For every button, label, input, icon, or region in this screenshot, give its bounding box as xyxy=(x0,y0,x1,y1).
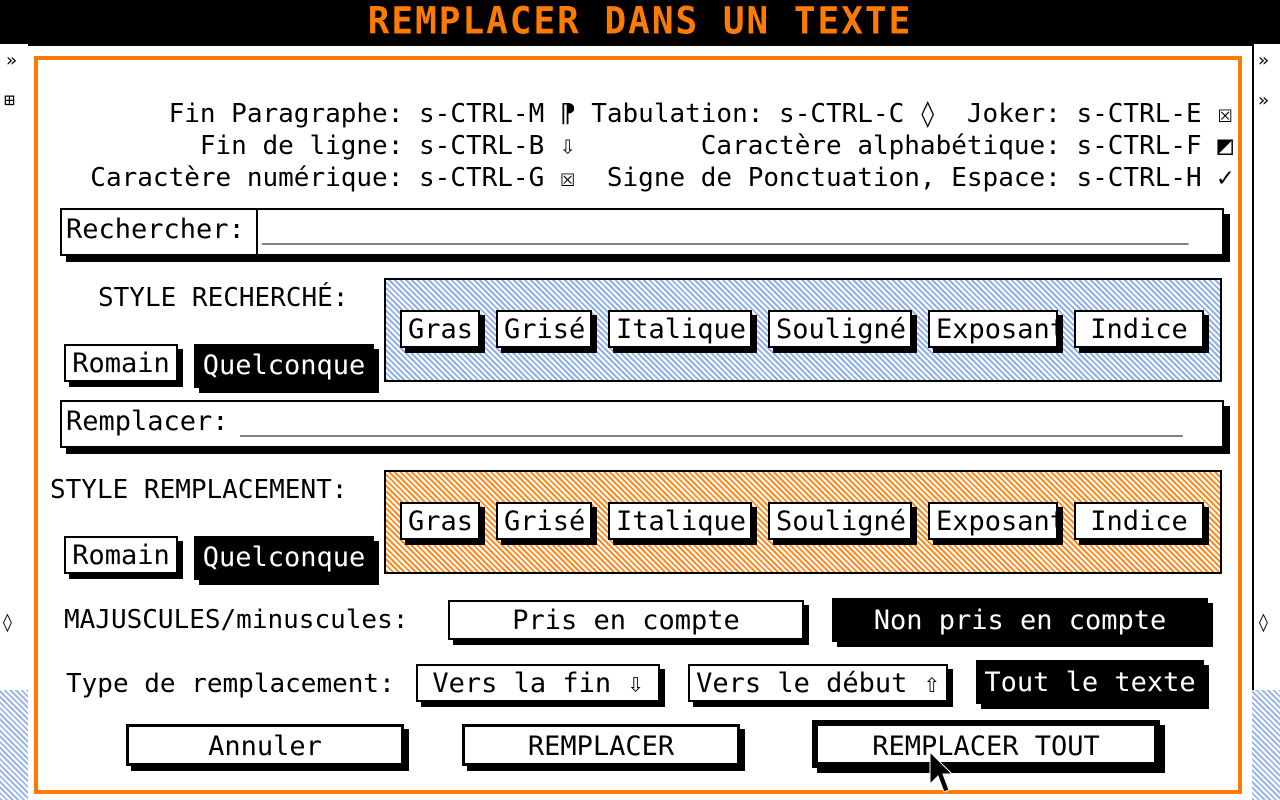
replace-style-panel: Gras Grisé Italique Souligné Exposant In… xyxy=(384,470,1222,574)
background-window-left: » ⊞ ◊ xyxy=(0,44,30,694)
search-field[interactable]: Rechercher: ____________________________… xyxy=(60,208,1224,256)
replace-style-indice-button[interactable]: Indice xyxy=(1074,502,1204,540)
search-style-quelconque-button[interactable]: Quelconque xyxy=(194,344,374,388)
scroll-arrow-icon: ◊ xyxy=(1258,612,1269,633)
replace-style-romain-button[interactable]: Romain xyxy=(64,536,178,574)
replace-whole-text-button[interactable]: Tout le texte xyxy=(976,660,1204,704)
search-style-gras-button[interactable]: Gras xyxy=(400,310,480,348)
search-style-heading: STYLE RECHERCHÉ: xyxy=(98,283,349,313)
search-style-italique-button[interactable]: Italique xyxy=(608,310,752,348)
replace-style-heading: STYLE REMPLACEMENT: xyxy=(50,475,348,505)
scroll-arrow-icon: » xyxy=(6,50,17,71)
replace-backward-button[interactable]: Vers le début ⇧ xyxy=(688,664,948,702)
replace-style-souligne-button[interactable]: Souligné xyxy=(768,502,912,540)
replace-type-label: Type de remplacement: xyxy=(66,669,395,699)
search-style-souligne-button[interactable]: Souligné xyxy=(768,310,912,348)
scroll-arrow-icon: » xyxy=(1258,50,1269,71)
scroll-arrow-icon: » xyxy=(1258,90,1269,111)
case-sensitive-button[interactable]: Pris en compte xyxy=(448,600,804,640)
mouse-pointer-icon xyxy=(929,750,952,793)
background-window-right: » » ◊ xyxy=(1252,44,1280,694)
cancel-button[interactable]: Annuler xyxy=(126,724,404,766)
shortcut-line: Fin Paragraphe: s-CTRL-M ⁋ Tabulation: s… xyxy=(168,99,1233,129)
search-style-grise-button[interactable]: Grisé xyxy=(496,310,592,348)
replace-dialog: Fin Paragraphe: s-CTRL-M ⁋ Tabulation: s… xyxy=(28,44,1252,800)
window-title: REMPLACER DANS UN TEXTE xyxy=(367,0,913,44)
shortcut-line: Caractère numérique: s-CTRL-G ☒ Signe de… xyxy=(90,163,1233,193)
search-style-exposant-button[interactable]: Exposant xyxy=(928,310,1066,348)
case-label: MAJUSCULES/minuscules: xyxy=(64,605,409,635)
window-title-bar: REMPLACER DANS UN TEXTE xyxy=(0,0,1280,44)
replace-style-italique-button[interactable]: Italique xyxy=(608,502,752,540)
grid-icon: ⊞ xyxy=(4,90,15,111)
desktop-pattern xyxy=(1252,690,1280,800)
search-style-panel: Gras Grisé Italique Souligné Exposant In… xyxy=(384,278,1222,382)
replace-field[interactable]: Remplacer: _____________________________… xyxy=(60,400,1224,448)
case-insensitive-button[interactable]: Non pris en compte xyxy=(832,598,1208,642)
scroll-arrow-icon: ◊ xyxy=(2,612,13,633)
field-divider xyxy=(256,210,258,254)
replace-input[interactable]: ________________________________________… xyxy=(240,402,1183,442)
search-style-romain-button[interactable]: Romain xyxy=(64,344,178,382)
replace-style-quelconque-button[interactable]: Quelconque xyxy=(194,536,374,580)
replace-button[interactable]: REMPLACER xyxy=(462,724,740,766)
replace-forward-button[interactable]: Vers la fin ⇩ xyxy=(416,664,660,702)
replace-all-button[interactable]: REMPLACER TOUT xyxy=(812,720,1160,768)
replace-style-grise-button[interactable]: Grisé xyxy=(496,502,592,540)
dialog-frame: Fin Paragraphe: s-CTRL-M ⁋ Tabulation: s… xyxy=(34,56,1242,794)
search-style-indice-button[interactable]: Indice xyxy=(1074,310,1204,348)
shortcut-line: Fin de ligne: s-CTRL-B ⇩ Caractère alpha… xyxy=(199,131,1233,161)
search-input[interactable]: ________________________________________… xyxy=(262,210,1189,250)
desktop-pattern xyxy=(0,690,28,800)
replace-label: Remplacer: xyxy=(66,406,229,437)
replace-style-gras-button[interactable]: Gras xyxy=(400,502,480,540)
replace-style-exposant-button[interactable]: Exposant xyxy=(928,502,1066,540)
search-label: Rechercher: xyxy=(66,214,245,245)
